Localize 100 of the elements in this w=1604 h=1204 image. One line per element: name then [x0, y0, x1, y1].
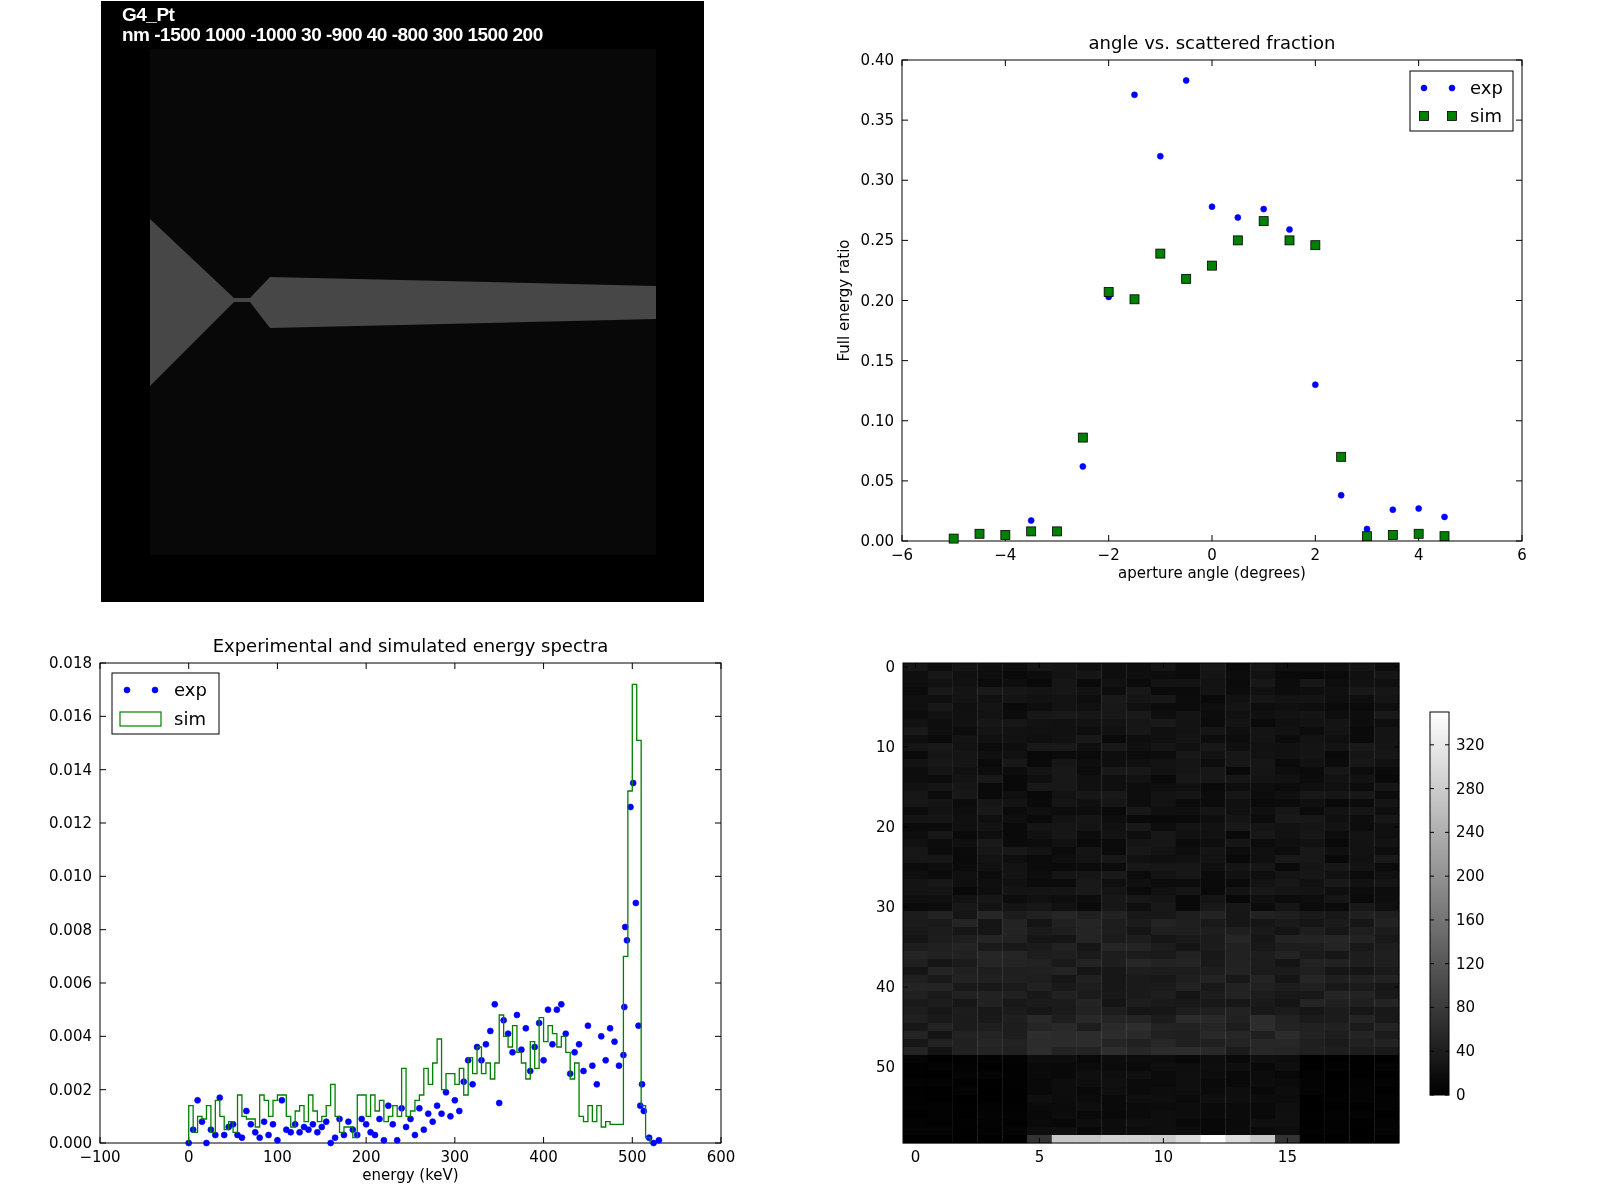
- tick-label: 120: [1456, 954, 1485, 973]
- data-point: [1077, 432, 1088, 443]
- data-point: [1157, 152, 1164, 160]
- tick-label: 80: [1456, 998, 1476, 1017]
- data-point: [602, 1057, 609, 1064]
- tick-label: 5: [1034, 1148, 1045, 1166]
- data-point: [1387, 530, 1398, 540]
- data-point: [393, 1137, 401, 1144]
- data-point: [540, 1057, 547, 1064]
- data-point: [562, 1030, 570, 1037]
- data-point: [491, 1001, 499, 1008]
- data-point: [1181, 273, 1192, 284]
- tick-label: 20: [875, 818, 895, 836]
- tick-label: 0.002: [49, 1080, 92, 1099]
- tick-label: 0.016: [49, 707, 92, 726]
- tick-label: 280: [1456, 779, 1485, 798]
- data-point: [1258, 216, 1269, 227]
- data-point: [611, 1038, 618, 1045]
- data-point: [243, 1107, 250, 1115]
- data-point: [203, 1139, 210, 1147]
- tick-label: 0.006: [49, 974, 92, 992]
- tick-label: 0.004: [49, 1027, 92, 1046]
- tick-label: 0: [1456, 1086, 1466, 1104]
- tick-label: 30: [875, 898, 895, 916]
- data-point: [635, 1022, 642, 1029]
- data-point: [531, 1043, 538, 1051]
- tick-label: 40: [875, 978, 895, 996]
- data-point: [1027, 517, 1035, 524]
- tick-label: 0: [885, 658, 895, 676]
- tick-label: 0.30: [860, 171, 894, 190]
- axis-label: Full energy ratio: [835, 239, 853, 362]
- data-point: [495, 1099, 503, 1107]
- data-point: [1362, 531, 1372, 542]
- data-point: [1439, 531, 1450, 542]
- data-point: [376, 1115, 383, 1123]
- tick-label: 0.018: [49, 654, 92, 672]
- tick-label: 0.10: [860, 411, 894, 430]
- legend-label: sim: [174, 708, 206, 729]
- data-point: [593, 1081, 601, 1088]
- tick-label: 0.35: [860, 111, 894, 130]
- data-point: [526, 1067, 534, 1075]
- tick-label: 0.014: [49, 760, 92, 779]
- tick-label: 200: [351, 1148, 381, 1166]
- data-point: [1131, 91, 1138, 99]
- data-point: [580, 1067, 587, 1075]
- data-point: [513, 1011, 521, 1019]
- render-caption: nm -1500 1000 -1000 30 -900 40 -800 300 1500 200: [122, 24, 543, 45]
- tick-label: 200: [1456, 867, 1485, 886]
- data-point: [584, 1022, 592, 1029]
- tick-label: 0.20: [860, 291, 894, 310]
- tick-label: −2: [1097, 546, 1120, 564]
- data-point: [566, 1070, 574, 1077]
- data-point: [447, 1113, 454, 1120]
- data-point: [385, 1102, 392, 1109]
- data-point: [1310, 240, 1321, 251]
- data-point: [509, 1049, 516, 1056]
- chart-title: angle vs. scattered fraction: [1088, 32, 1336, 53]
- tick-label: 50: [875, 1058, 895, 1076]
- data-point: [974, 528, 985, 539]
- tick-label: 0.40: [860, 51, 894, 69]
- data-point: [194, 1097, 201, 1104]
- tick-label: 0.008: [49, 920, 92, 939]
- data-point: [464, 1057, 472, 1064]
- legend-label: exp: [1470, 77, 1503, 98]
- data-point: [1026, 526, 1037, 537]
- data-point: [1441, 513, 1448, 521]
- data-point: [278, 1097, 286, 1104]
- data-point: [627, 803, 634, 811]
- data-point: [1000, 530, 1011, 540]
- tick-label: 0.25: [860, 231, 894, 250]
- tick-label: 100: [263, 1148, 292, 1166]
- tick-label: 0.010: [49, 867, 92, 886]
- tick-label: 300: [440, 1148, 470, 1166]
- data-point: [1260, 205, 1267, 213]
- tick-label: 400: [529, 1148, 558, 1166]
- data-point: [1182, 77, 1190, 84]
- tick-label: 160: [1456, 910, 1485, 929]
- data-point: [389, 1121, 397, 1128]
- data-point: [638, 1081, 646, 1088]
- data-point: [1413, 528, 1424, 539]
- data-point: [456, 1107, 463, 1115]
- tick-label: −4: [994, 546, 1017, 564]
- data-point: [1207, 260, 1217, 271]
- data-point: [1389, 506, 1397, 514]
- data-point: [265, 1131, 272, 1139]
- tick-label: 0.012: [49, 814, 92, 832]
- tick-label: 40: [1456, 1042, 1476, 1061]
- data-point: [216, 1094, 224, 1101]
- data-point: [1208, 203, 1216, 210]
- tick-label: 500: [617, 1148, 647, 1166]
- data-point: [1312, 381, 1319, 388]
- data-point: [948, 533, 959, 544]
- data-point: [535, 1019, 543, 1027]
- tick-label: 0.15: [860, 351, 894, 370]
- data-point: [1286, 226, 1293, 233]
- data-point: [629, 779, 637, 787]
- data-point: [487, 1027, 494, 1035]
- tick-label: 10: [1153, 1148, 1173, 1166]
- data-point: [1232, 235, 1243, 246]
- data-point: [621, 1003, 628, 1011]
